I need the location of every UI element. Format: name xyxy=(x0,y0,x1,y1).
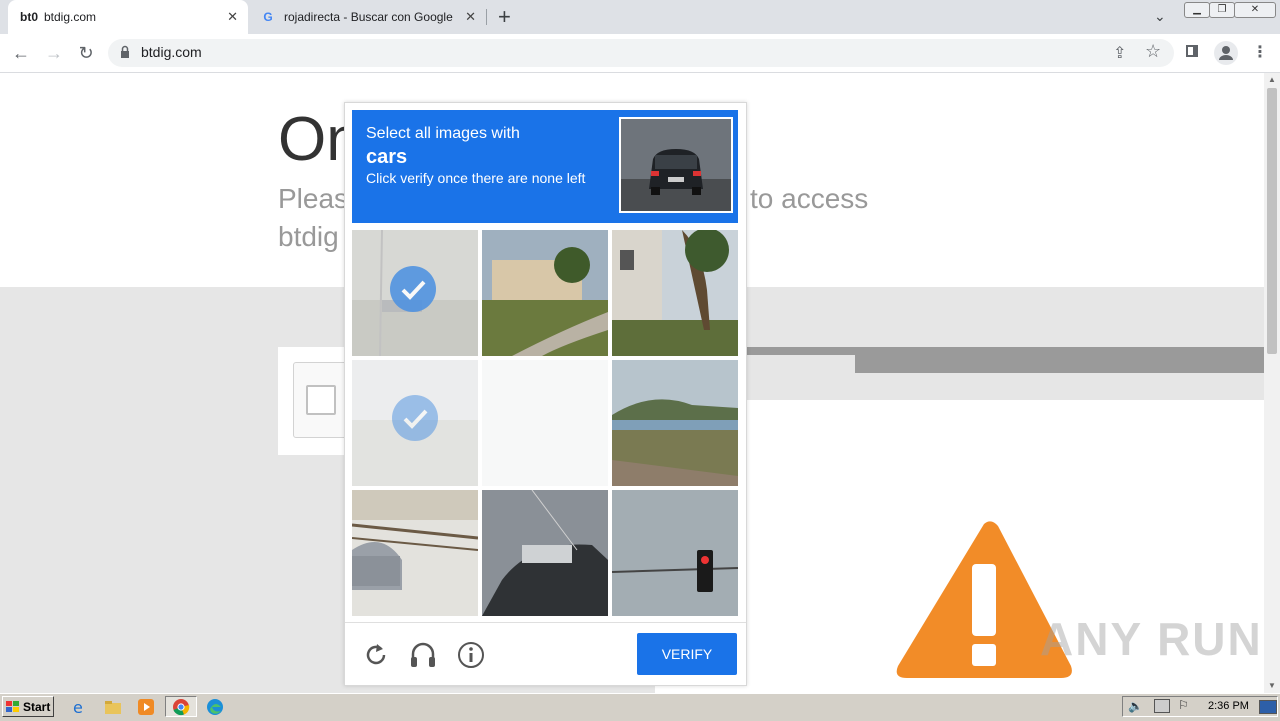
captcha-tile[interactable] xyxy=(482,360,608,486)
share-icon[interactable]: ⇪ xyxy=(1113,43,1126,63)
verify-button[interactable]: VERIFY xyxy=(637,633,737,675)
tab-google[interactable]: G rojadirecta - Buscar con Google ✕ xyxy=(250,0,486,34)
new-tab-icon[interactable]: + xyxy=(498,4,511,30)
profile-avatar[interactable] xyxy=(1214,41,1238,65)
network-icon[interactable] xyxy=(1154,699,1170,713)
tab-btdig[interactable]: bt0 btdig.com ✕ xyxy=(8,0,248,34)
captcha-instruction: Click verify once there are none left xyxy=(366,170,586,186)
watermark: ANY RUN xyxy=(1040,613,1263,665)
captcha-footer-divider xyxy=(345,622,746,623)
chrome-taskbar-button[interactable] xyxy=(165,696,197,717)
close-tab-icon[interactable]: ✕ xyxy=(227,9,238,25)
lock-icon xyxy=(121,45,129,58)
start-label: Start xyxy=(23,699,51,714)
captcha-tile[interactable] xyxy=(612,230,738,356)
captcha-sample-image xyxy=(619,117,733,213)
reload-icon[interactable]: ↻ xyxy=(75,42,97,64)
audio-challenge-icon[interactable] xyxy=(408,640,438,670)
media-player-icon[interactable] xyxy=(137,698,155,716)
selected-check-icon xyxy=(390,266,436,312)
action-center-flag-icon[interactable]: ⚐ xyxy=(1178,698,1189,712)
taskbar-clock: 2:36 PM xyxy=(1208,700,1249,712)
captcha-prompt: Select all images with xyxy=(366,125,520,142)
svg-text:e: e xyxy=(73,698,83,716)
start-button[interactable]: Start xyxy=(2,696,54,717)
close-window-icon[interactable]: ✕ xyxy=(1234,2,1276,18)
tab-search-chevron-icon[interactable]: ⌄ xyxy=(1154,8,1166,25)
scroll-down-icon[interactable]: ▼ xyxy=(1264,679,1280,693)
minimize-icon[interactable]: ▁ xyxy=(1184,2,1210,18)
captcha-tile[interactable] xyxy=(352,360,478,486)
page-subtext-left: Pleas xyxy=(278,183,349,214)
captcha-tile[interactable] xyxy=(352,490,478,616)
google-icon: G xyxy=(263,10,273,24)
captcha-target-word: cars xyxy=(366,146,408,168)
system-tray xyxy=(1122,696,1278,717)
menu-kebab-icon[interactable]: ⋮ xyxy=(1252,42,1268,62)
info-icon[interactable] xyxy=(456,640,486,670)
volume-icon[interactable]: 🔈 xyxy=(1128,699,1143,713)
captcha-tile[interactable] xyxy=(482,230,608,356)
close-tab-icon[interactable]: ✕ xyxy=(465,9,476,25)
captcha-tile[interactable] xyxy=(612,490,738,616)
captcha-tile[interactable] xyxy=(482,490,608,616)
chrome-icon xyxy=(173,699,190,716)
page-subtext-line2: btdig xyxy=(278,221,339,252)
bookmark-star-icon[interactable]: ☆ xyxy=(1145,41,1161,62)
restore-icon[interactable]: ❐ xyxy=(1209,2,1235,18)
show-desktop-icon[interactable] xyxy=(1259,700,1277,714)
tab-title: btdig.com xyxy=(44,10,97,24)
captcha-tile[interactable] xyxy=(612,360,738,486)
internet-explorer-icon[interactable]: e xyxy=(70,698,88,717)
file-explorer-icon[interactable] xyxy=(104,698,122,716)
btdig-favicon: bt0 xyxy=(20,10,38,24)
edge-icon[interactable] xyxy=(206,698,224,716)
challenge-checkbox[interactable] xyxy=(306,385,336,415)
page-gray-bar-notch xyxy=(745,355,855,373)
back-icon[interactable]: ← xyxy=(10,42,32,64)
reload-challenge-icon[interactable] xyxy=(361,640,391,670)
url-text: btdig.com xyxy=(141,44,202,60)
scrollbar-thumb[interactable] xyxy=(1267,88,1277,354)
side-panel-icon[interactable] xyxy=(1186,45,1198,57)
tab-title: rojadirecta - Buscar con Google xyxy=(284,10,453,24)
scroll-up-icon[interactable]: ▲ xyxy=(1264,73,1280,87)
captcha-tile[interactable] xyxy=(352,230,478,356)
forward-icon[interactable]: → xyxy=(43,42,65,64)
person-icon xyxy=(1219,46,1233,60)
windows-flag-icon xyxy=(6,700,19,712)
page-subtext-right: to access xyxy=(750,183,869,214)
tab-divider xyxy=(486,9,487,25)
selected-check-icon xyxy=(392,395,438,441)
address-bar[interactable] xyxy=(108,39,1174,67)
